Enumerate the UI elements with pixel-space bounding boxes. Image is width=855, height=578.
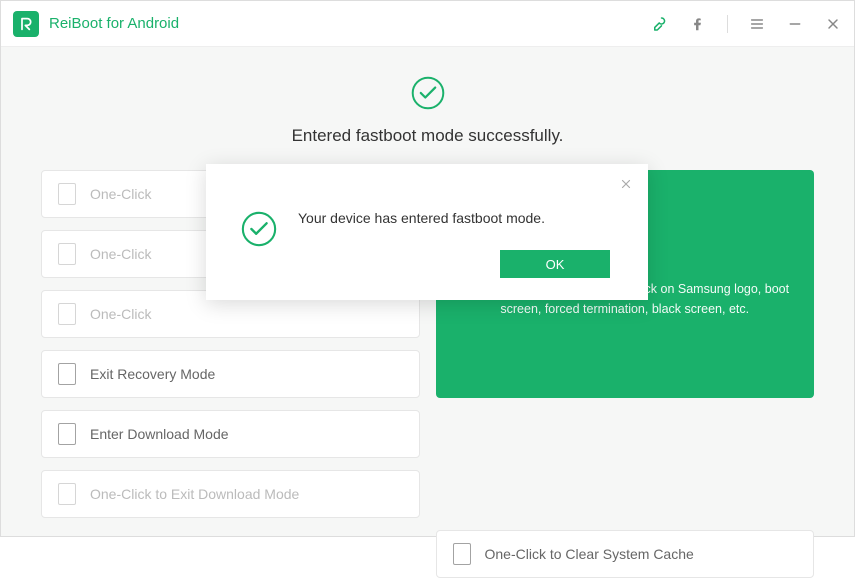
status-heading: Entered fastboot mode successfully. [41, 126, 814, 146]
key-icon[interactable] [651, 15, 669, 33]
menu-icon[interactable] [748, 15, 766, 33]
dialog-close-icon[interactable] [616, 174, 636, 194]
dialog-body: Your device has entered fastboot mode. O… [206, 164, 648, 300]
enter-download-button[interactable]: Enter Download Mode [41, 410, 420, 458]
dialog: Your device has entered fastboot mode. O… [206, 164, 648, 300]
action-label: One-Click [90, 306, 151, 322]
clear-cache-button[interactable]: One-Click to Clear System Cache [436, 530, 815, 578]
phone-icon [58, 483, 76, 505]
dialog-check-icon [240, 210, 278, 248]
app-logo [13, 11, 39, 37]
titlebar-left: ReiBoot for Android [13, 11, 179, 37]
minimize-icon[interactable] [786, 15, 804, 33]
action-label: Enter Download Mode [90, 426, 229, 442]
phone-icon [58, 423, 76, 445]
action-label: One-Click to Clear System Cache [485, 546, 694, 562]
success-check-icon [410, 75, 446, 111]
action-label: Exit Recovery Mode [90, 366, 215, 382]
titlebar-right [651, 15, 842, 33]
titlebar: ReiBoot for Android [1, 1, 854, 47]
dialog-ok-button[interactable]: OK [500, 250, 610, 278]
dialog-text: Your device has entered fastboot mode. [298, 210, 614, 226]
phone-icon [453, 543, 471, 565]
exit-download-button[interactable]: One-Click to Exit Download Mode [41, 470, 420, 518]
app-title: ReiBoot for Android [49, 15, 179, 32]
action-label: One-Click [90, 246, 151, 262]
phone-icon [58, 303, 76, 325]
phone-icon [58, 183, 76, 205]
exit-recovery-button[interactable]: Exit Recovery Mode [41, 350, 420, 398]
dialog-content: Your device has entered fastboot mode. O… [298, 210, 614, 278]
action-label: One-Click to Exit Download Mode [90, 486, 299, 502]
action-label: One-Click [90, 186, 151, 202]
close-icon[interactable] [824, 15, 842, 33]
status-area: Entered fastboot mode successfully. [41, 75, 814, 146]
phone-icon [58, 363, 76, 385]
separator [727, 15, 728, 33]
facebook-icon[interactable] [689, 15, 707, 33]
phone-icon [58, 243, 76, 265]
